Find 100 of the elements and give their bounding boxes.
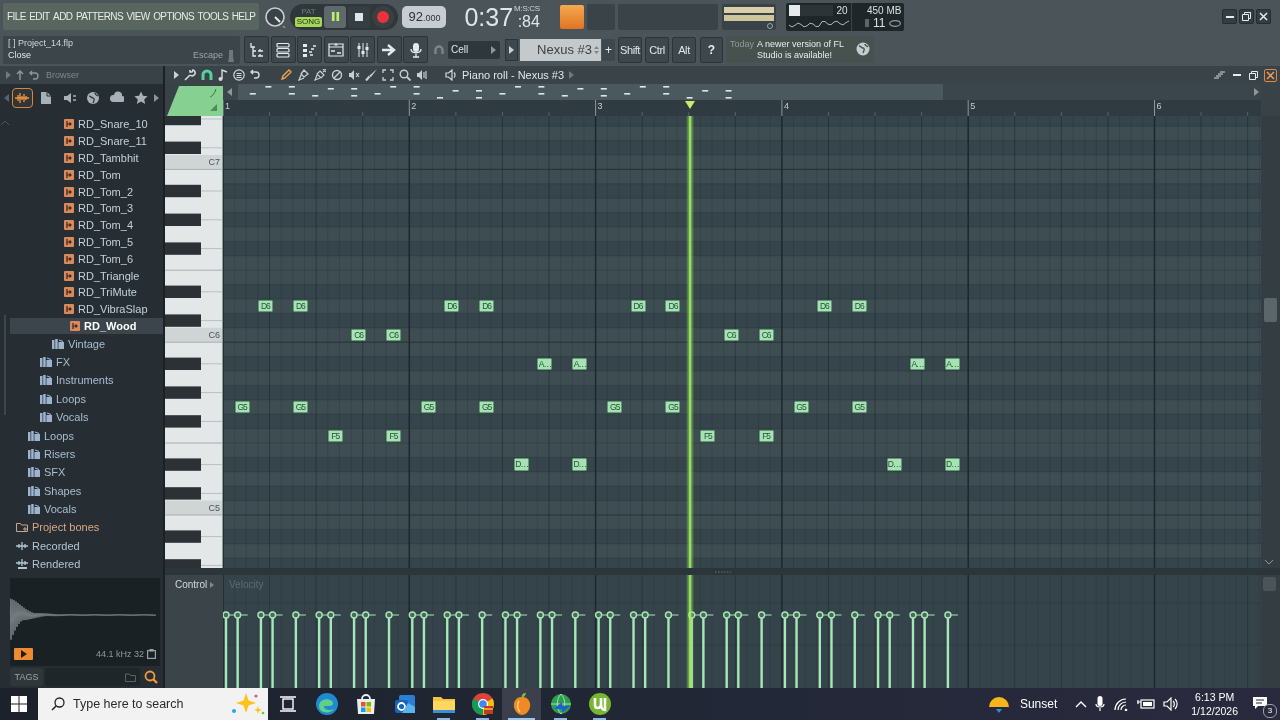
tool-button[interactable] [347,68,360,82]
tool-button[interactable] [330,68,343,82]
velocity-marker[interactable] [641,611,656,688]
tool-button[interactable] [364,68,377,82]
velocity-marker[interactable] [944,611,959,688]
velocity-marker[interactable] [909,611,924,688]
search-box[interactable]: Type here to search [38,688,268,720]
browser-item[interactable]: SFX [10,463,163,482]
velocity-marker[interactable] [781,611,796,688]
browser-item[interactable]: Recorded [10,536,163,556]
velocity-marker[interactable] [920,611,936,688]
note[interactable]: D6 [444,300,460,313]
caret-icon[interactable] [174,71,179,79]
velocity-marker[interactable] [455,611,470,688]
vertical-scrollbar[interactable] [1261,116,1280,568]
browser-item[interactable]: Loops [10,426,163,445]
velocity-marker[interactable] [268,611,284,688]
browser-item[interactable]: RD_Tom [10,166,163,184]
browser-item[interactable]: RD_Snare_11 [10,132,163,150]
browser-item[interactable]: Risers [10,444,163,464]
menu-item[interactable]: FILE [7,11,26,22]
scroll-thumb[interactable] [1264,298,1277,322]
menu-item[interactable]: VIEW [126,11,150,22]
velocity-marker[interactable] [874,611,889,688]
minimize-button[interactable] [1222,9,1237,24]
velocity-marker[interactable] [513,611,528,688]
wifi-icon[interactable] [1113,697,1130,711]
play-button[interactable] [14,648,33,660]
knob-icon[interactable] [264,5,287,28]
browser-item[interactable]: RD_Triangle [10,267,163,284]
velocity-marker[interactable] [478,611,493,688]
note-icon[interactable] [218,69,228,81]
velocity-marker[interactable] [292,611,307,688]
pattern-selector[interactable]: Nexus #3 [520,38,601,61]
pause-button[interactable] [324,5,347,28]
browser-item[interactable]: Instruments [10,371,163,390]
browser-item[interactable]: Vocals [10,499,163,519]
velocity-marker[interactable] [571,611,586,688]
news-message[interactable]: A newer version of FL Studio is available! [757,39,850,61]
menu-item[interactable]: PATTERNS [75,11,123,22]
browser-item[interactable]: RD_Tom_5 [10,233,163,251]
velocity-marker[interactable] [548,611,563,688]
magnet-icon[interactable] [201,69,213,81]
velocity-marker[interactable] [501,611,516,688]
time-ruler[interactable]: 1 2 3 4 5 6 [223,100,1261,116]
close-button[interactable] [1256,9,1271,24]
taskbar-app-button[interactable] [502,688,541,720]
folder-outline-icon[interactable] [125,672,136,682]
velocity-marker[interactable] [606,611,621,688]
browser-item[interactable]: RD_Tambhit [10,149,163,167]
playhead[interactable] [686,575,694,688]
menu-item[interactable]: HELP [231,11,256,22]
restore-button[interactable] [1247,68,1260,82]
note[interactable]: D… [572,458,588,471]
velocity-marker[interactable] [443,611,458,688]
globe-icon[interactable] [856,42,870,56]
tool-button[interactable] [279,68,292,82]
modifier-key-button[interactable]: Shift [618,36,642,63]
velocity-marker[interactable] [886,611,901,688]
browser-item[interactable]: FX [10,352,163,372]
tags-field[interactable] [45,668,140,686]
velocity-marker[interactable] [385,611,400,688]
velocity-marker[interactable] [327,611,342,688]
browser-item[interactable]: RD_Tom_3 [10,200,163,217]
velocity-marker[interactable] [350,611,365,688]
piano-keyboard-drawing[interactable] [165,116,223,568]
velocity-marker[interactable] [629,611,645,688]
menu-item[interactable]: OPTIONS [153,11,194,22]
browser-item[interactable]: RD_VibraSlap [10,300,163,318]
note[interactable]: D… [514,458,530,471]
velocity-marker[interactable] [362,611,377,688]
toolbar-button[interactable] [244,36,269,63]
browser-item[interactable]: Project bones [10,518,163,537]
velocity-marker[interactable] [827,611,842,688]
velocity-marker[interactable] [223,611,237,688]
tool-button[interactable] [313,68,326,82]
notification-icon[interactable] [1252,696,1268,710]
menu-circle-icon[interactable] [233,69,245,81]
browser-item[interactable]: RD_TriMute [10,283,163,301]
playhead[interactable] [686,116,694,568]
browser-item[interactable]: RD_Tom_4 [10,216,163,234]
corner-tab[interactable] [165,84,223,116]
drag-handle-icon[interactable] [714,570,731,573]
browser-item[interactable]: RD_Tom_2 [10,183,163,200]
velocity-marker[interactable] [851,611,866,688]
browser-item[interactable]: Vintage [10,334,163,353]
menu-item[interactable]: ADD [53,11,73,22]
speaker-icon[interactable] [445,69,457,81]
browser-item[interactable]: Rendered [10,555,163,574]
tempo-field[interactable]: 92.000 [402,5,447,28]
tool-button[interactable] [296,68,309,82]
velocity-marker[interactable] [734,611,749,688]
velocity-marker[interactable] [816,611,831,688]
tool-button[interactable] [398,68,411,82]
search-icon[interactable] [144,670,158,684]
scroll-left-icon[interactable] [227,88,232,96]
toolbar-button[interactable] [270,36,296,63]
undo-icon[interactable] [250,69,260,81]
velocity-marker[interactable] [664,611,679,688]
speaker-icon[interactable] [1163,697,1180,711]
